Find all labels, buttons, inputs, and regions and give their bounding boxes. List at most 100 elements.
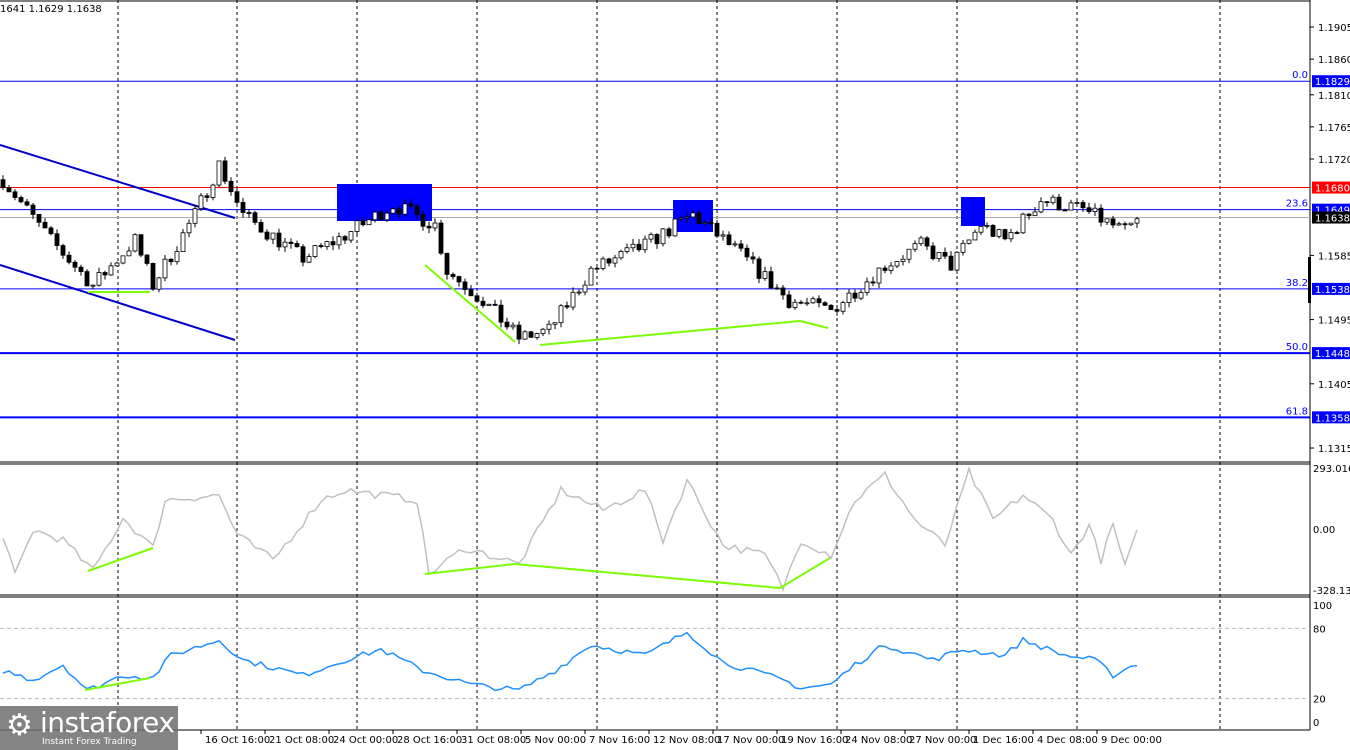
candle-body: [888, 265, 894, 271]
candle-body: [906, 248, 912, 260]
price-tick-label: 1.1405: [1318, 380, 1350, 391]
candle-body: [384, 212, 390, 221]
time-tick-label: 24 Oct 00:00: [333, 735, 398, 746]
candle-body: [606, 258, 612, 264]
candle-body: [624, 247, 630, 252]
candle-body: [6, 187, 12, 193]
candle-body: [444, 252, 450, 275]
time-tick-label: 19 Nov 16:00: [781, 735, 848, 746]
candle-body: [546, 323, 552, 330]
candle-body: [588, 267, 594, 286]
rsi-tick-label: 0: [1313, 718, 1319, 729]
divergence-line: [799, 320, 829, 329]
candle-body: [288, 241, 294, 244]
candle-body: [210, 184, 216, 198]
candle-body: [72, 261, 78, 268]
candle-body: [474, 295, 480, 302]
candle-body: [1092, 207, 1098, 212]
candle-body: [18, 197, 24, 203]
candle-body: [1068, 202, 1074, 211]
candle-body: [396, 208, 402, 215]
candle-body: [336, 236, 342, 246]
candle-body: [402, 203, 408, 215]
time-tick-label: 5 Nov 00:00: [525, 735, 586, 746]
candle-body: [792, 301, 798, 308]
candle-body: [672, 218, 678, 237]
candle-body: [240, 201, 246, 213]
candle-body: [24, 201, 30, 206]
candle-body: [900, 258, 906, 262]
cci-divergence-line: [424, 563, 516, 575]
candle-body: [930, 245, 936, 260]
candle-body: [870, 281, 876, 284]
divergence-line: [539, 320, 801, 346]
current-bar-marker: [1308, 257, 1311, 303]
candle-body: [654, 234, 660, 245]
candle-body: [636, 243, 642, 251]
candle-body: [162, 258, 168, 279]
candle-body: [1110, 218, 1116, 226]
candle-body: [816, 298, 822, 304]
candle-body: [948, 255, 954, 271]
candle-body: [684, 216, 690, 219]
candle-body: [1074, 202, 1080, 204]
resistance-zone: [961, 197, 985, 226]
candle-body: [516, 324, 522, 340]
candle-body: [150, 263, 156, 290]
candle-body: [36, 213, 42, 223]
candle-body: [192, 208, 198, 224]
time-tick-label: 7 Nov 16:00: [589, 735, 650, 746]
candle-body: [252, 212, 258, 223]
candle-body: [894, 261, 900, 267]
candle-body: [96, 272, 102, 286]
logo-tagline: Instant Forex Trading: [42, 737, 137, 747]
ohlc-readout: 1641 1.1629 1.1638: [0, 4, 102, 15]
candle-body: [1086, 207, 1092, 212]
fib-label: 50.0: [1286, 342, 1308, 353]
candle-body: [48, 227, 54, 235]
candle-body: [144, 254, 150, 264]
candle-body: [468, 289, 474, 297]
candle-body: [330, 241, 336, 246]
price-tick-label: 1.1860: [1318, 55, 1350, 66]
candle-body: [780, 287, 786, 296]
candle-body: [972, 231, 978, 241]
price-level-value: 1.1638: [1315, 214, 1350, 225]
candle-body: [198, 195, 204, 210]
candle-body: [306, 256, 312, 263]
candle-body: [828, 304, 834, 310]
price-tick-label: 1.1810: [1318, 91, 1350, 102]
candle-body: [1044, 201, 1050, 204]
cci-divergence-line: [87, 547, 154, 572]
candle-body: [528, 331, 534, 338]
time-tick-label: 27 Nov 00:00: [909, 735, 976, 746]
candle-body: [132, 234, 138, 252]
candle-body: [1026, 213, 1032, 217]
candle-body: [762, 271, 768, 279]
fib-label: 61.8: [1286, 406, 1308, 417]
candle-body: [1020, 213, 1026, 234]
candle-body: [996, 229, 1002, 237]
candle-body: [804, 302, 810, 305]
candle-body: [1134, 218, 1140, 224]
candle-body: [1104, 218, 1110, 223]
candle-body: [312, 245, 318, 257]
candle-body: [834, 309, 840, 312]
candle-body: [1062, 209, 1068, 212]
rsi-tick-label: 80: [1313, 624, 1326, 635]
chart-canvas[interactable]: 1.1905 1.1860 1.1810 1.1765 1.1720 1.1585 1.14…: [0, 0, 1350, 750]
candle-body: [570, 291, 576, 308]
candle-body: [822, 302, 828, 306]
cci-divergence-line: [514, 563, 781, 589]
candle-body: [978, 226, 984, 233]
rsi-line: [2, 631, 1138, 692]
candle-body: [1080, 202, 1086, 209]
candle-body: [234, 191, 240, 203]
gear-icon: ⚙: [6, 708, 33, 743]
candle-body: [1128, 222, 1134, 226]
candle-body: [456, 276, 462, 283]
candle-body: [720, 234, 726, 237]
cci-tick-label: 293.0166: [1313, 464, 1350, 475]
candle-body: [114, 262, 120, 267]
candle-body: [564, 305, 570, 308]
